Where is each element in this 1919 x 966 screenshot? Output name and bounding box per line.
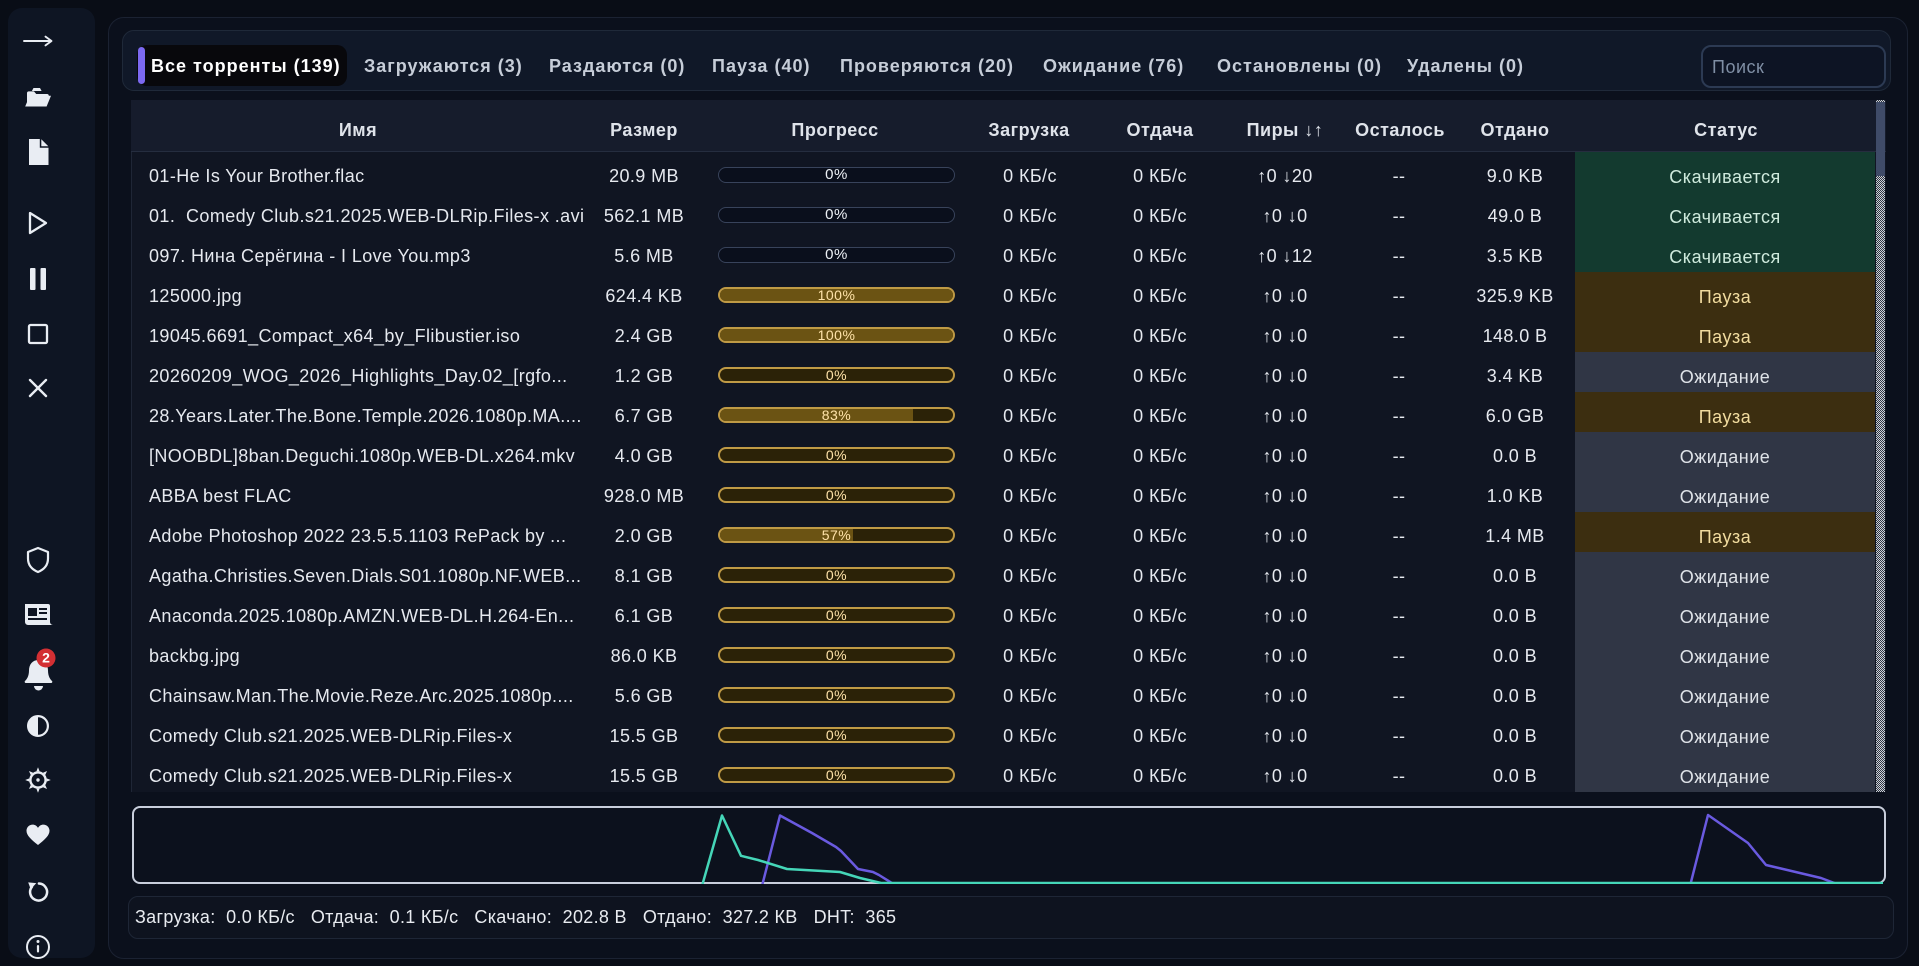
svg-text:2: 2 <box>42 650 50 666</box>
